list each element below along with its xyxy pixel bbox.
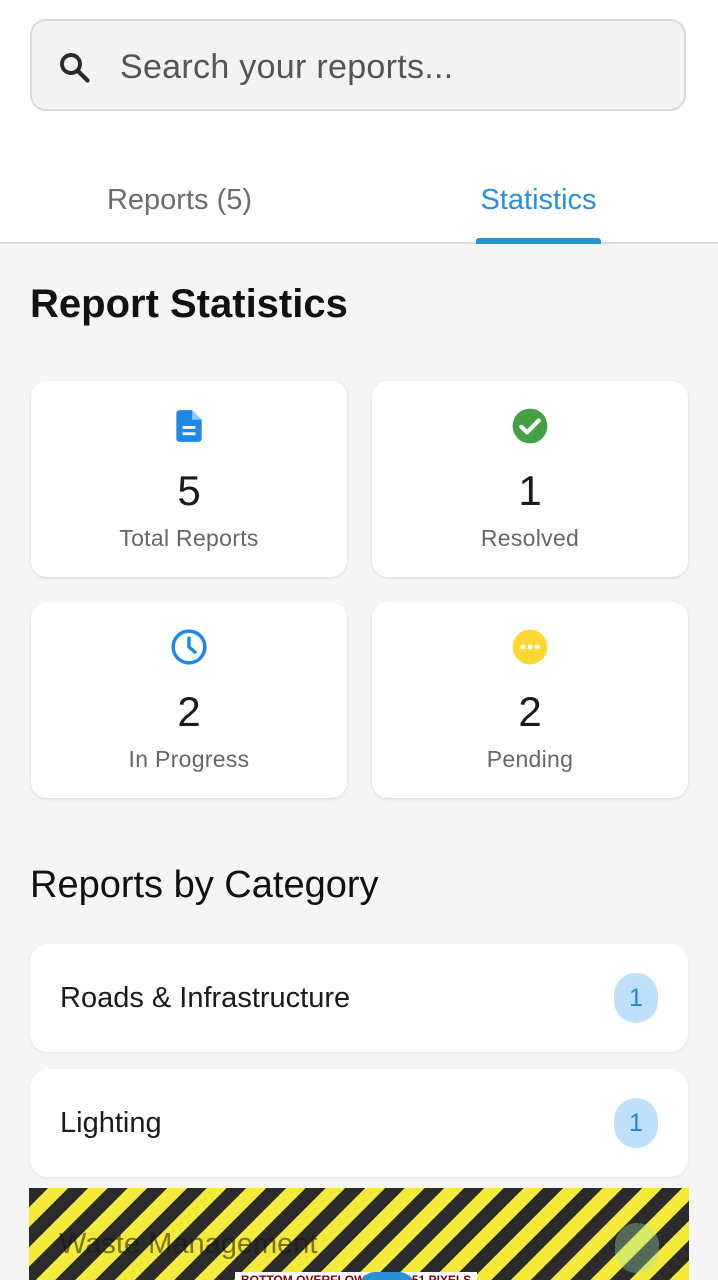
- overflow-warning-text: BOTTOM OVERFLOWED BY 151 PIXELS: [235, 1272, 478, 1280]
- tab-reports[interactable]: Reports (5): [0, 182, 359, 218]
- overflow-blob: [359, 1272, 415, 1280]
- stat-card-resolved: 1 Resolved: [372, 381, 688, 577]
- stat-card-total: 5 Total Reports: [31, 381, 347, 577]
- category-item-lighting[interactable]: Lighting 1: [30, 1069, 688, 1177]
- stat-label: Pending: [486, 746, 574, 772]
- category-item-roads[interactable]: Roads & Infrastructure 1: [30, 944, 688, 1052]
- search-icon: [60, 53, 90, 83]
- stat-value: 2: [518, 688, 542, 735]
- document-icon: [176, 410, 202, 442]
- search-bar[interactable]: Search your reports...: [30, 19, 686, 111]
- stat-label: Resolved: [480, 525, 580, 551]
- check-circle-icon: [512, 408, 548, 444]
- header-area: Search your reports... Reports (5) Stati…: [0, 0, 718, 244]
- more-circle-icon: [512, 629, 548, 665]
- stat-value: 5: [177, 467, 201, 514]
- clock-icon: [171, 629, 207, 665]
- category-name: Waste Management: [59, 1228, 318, 1260]
- category-count-badge: 1: [614, 973, 658, 1023]
- category-count-badge: 1: [614, 1098, 658, 1148]
- stat-label: In Progress: [128, 746, 250, 772]
- tab-bar: Reports (5) Statistics: [0, 160, 718, 244]
- category-title: Reports by Category: [30, 864, 379, 906]
- stat-card-pending: 2 Pending: [372, 602, 688, 798]
- stat-label: Total Reports: [119, 525, 259, 551]
- stat-value: 1: [518, 467, 542, 514]
- category-name: Roads & Infrastructure: [60, 982, 351, 1014]
- search-input[interactable]: Search your reports...: [120, 45, 454, 89]
- stat-card-in-progress: 2 In Progress: [31, 602, 347, 798]
- category-count-badge: [615, 1223, 659, 1273]
- tab-statistics[interactable]: Statistics: [359, 182, 718, 218]
- tab-indicator: [476, 238, 601, 244]
- stat-value: 2: [177, 688, 201, 735]
- statistics-title: Report Statistics: [30, 282, 348, 326]
- category-name: Lighting: [60, 1107, 162, 1139]
- overflow-warning-stripes: Waste Management BOTTOM OVERFLOWED BY 15…: [29, 1188, 689, 1280]
